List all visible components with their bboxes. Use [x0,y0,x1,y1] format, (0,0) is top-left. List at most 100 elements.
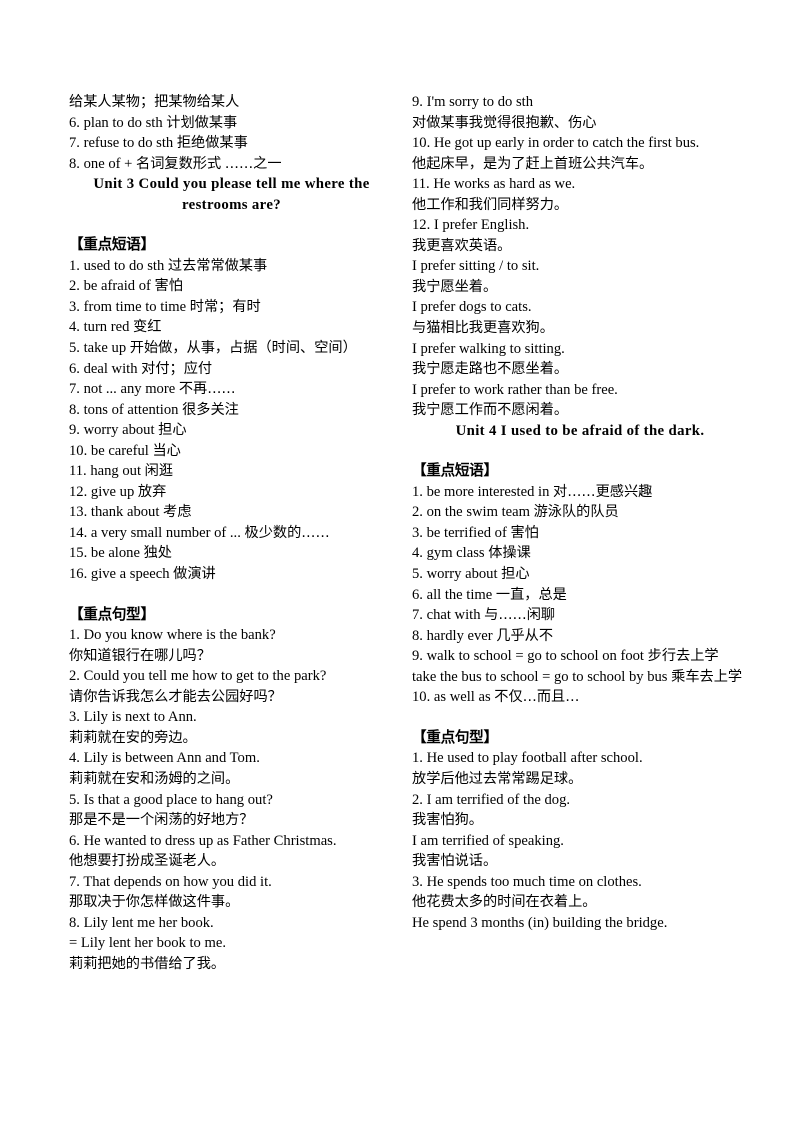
latin-run: 2. be afraid of [69,278,155,295]
bilingual-line: 7. not ... any more 不再…… [69,379,394,400]
chinese-line: 我宁愿坐着。 [412,278,498,295]
bilingual-line: 8. one of + 名词复数形式 ……之一 [69,154,394,175]
latin-run: 15. be alone [69,545,144,562]
english-line: He spend 3 months (in) building the brid… [412,914,668,931]
bilingual-line: 14. a very small number of ... 极少数的…… [69,523,394,544]
bilingual-line: 3. be terrified of 害怕 [412,523,748,544]
chinese-run: 害怕 [510,524,539,541]
document-page: 给某人某物；把某物给某人 6. plan to do sth 计划做某事 7. re… [0,0,794,1123]
section-header: 【重点短语】 [412,462,498,480]
latin-run: take the bus to school = go to school by… [412,668,672,685]
bilingual-line: 3. from time to time 时常；有时 [69,297,394,318]
chinese-line: 我害怕说话。 [412,853,498,870]
chinese-line: 莉莉就在安和汤姆的之间。 [69,770,240,787]
chinese-run: 计划做某事 [166,114,238,131]
english-line: I am terrified of speaking. [412,832,564,849]
chinese-line: 我害怕狗。 [412,812,483,829]
bilingual-line: 2. on the swim team 游泳队的队员 [412,502,748,523]
chinese-line: 那是不是一个闲荡的好地方？ [69,812,254,829]
bilingual-line: 12. give up 放弃 [69,482,394,503]
chinese-run: 步行去上学 [647,648,719,665]
chinese-run: 开始做，从事，占据（时间、空间） [129,340,357,357]
unit-title: Unit 4 I used to be afraid of the dark. [455,422,705,439]
latin-run: 3. be terrified of [412,524,511,541]
section-header: 【重点句型】 [412,728,498,746]
bilingual-line: 8. hardly ever 几乎从不 [412,626,748,647]
latin-run: 7. not ... any more [69,381,179,398]
english-line: 2. Could you tell me how to get to the p… [69,668,327,685]
latin-run: 6. all the time [412,586,496,603]
latin-run: 3. from time to time [69,298,190,315]
latin-run: 6. deal with [69,360,142,377]
latin-run: 14. a very small number of ... [69,524,245,541]
english-line: I prefer walking to sitting. [412,340,565,357]
latin-run: 8. hardly ever [412,627,497,644]
chinese-line: 莉莉就在安的旁边。 [69,729,197,746]
chinese-line: 他花费太多的时间在衣着上。 [412,894,597,911]
chinese-run: 时常；有时 [189,298,261,315]
chinese-run: 与……闲聊 [484,607,556,624]
chinese-run: 不仅…而且… [494,689,580,706]
english-line: 11. He works as hard as we. [412,176,576,193]
chinese-run: 独处 [143,545,172,562]
english-line: = Lily lent her book to me. [69,935,226,952]
chinese-line: 对做某事我觉得很抱歉、伤心 [412,114,597,131]
latin-run: 13. thank about [69,504,164,521]
chinese-run: 名词复数形式 [136,155,222,172]
chinese-run: 很多关注 [182,401,239,418]
english-line: 3. Lily is next to Ann. [69,709,197,726]
bilingual-line: 6. all the time 一直，总是 [412,585,748,606]
right-column: 9. I'm sorry to do sth 对做某事我觉得很抱歉、伤心 10. H… [397,92,794,933]
chinese-line: 与猫相比我更喜欢狗。 [412,320,554,337]
chinese-run: 几乎从不 [496,627,554,644]
chinese-line: 请你告诉我怎么才能去公园好吗？ [69,688,282,705]
latin-run: 8. tons of attention [69,401,183,418]
chinese-run: 极少数的…… [244,524,330,541]
chinese-run: 担心 [501,566,530,583]
unit-title-line-1: Unit 3 Could you please tell me where th… [93,176,370,193]
bilingual-line: 5. worry about 担心 [412,564,748,585]
chinese-run: 体操课 [488,545,531,562]
bilingual-line: 15. be alone 独处 [69,543,394,564]
chinese-line: 我宁愿工作而不愿闲着。 [412,402,569,419]
english-line: 6. He wanted to dress up as Father Chris… [69,832,337,849]
chinese-run: 当心 [152,442,181,459]
latin-run: 12. give up [69,483,138,500]
chinese-run: 闲逛 [144,463,174,480]
section-header: 【重点短语】 [69,236,155,254]
english-line: I prefer dogs to cats. [412,299,532,316]
english-line: 4. Lily is between Ann and Tom. [69,750,260,767]
chinese-run: 做演讲 [173,566,216,583]
latin-run: 7. refuse to do sth [69,135,177,152]
chinese-run: 游泳队的队员 [533,504,619,521]
latin-run: 10. be careful [69,442,153,459]
chinese-run: ……之一 [224,155,282,172]
latin-run: 9. walk to school = go to school on foot [412,648,648,665]
english-line: 9. I'm sorry to do sth [412,94,533,110]
chinese-line: 我宁愿走路也不愿坐着。 [412,361,569,378]
bilingual-line: 7. chat with 与……闲聊 [412,605,748,626]
latin-run: 9. worry about [69,422,159,439]
bilingual-line: 7. refuse to do sth 拒绝做某事 [69,133,394,154]
left-column: 给某人某物；把某物给某人 6. plan to do sth 计划做某事 7. re… [0,92,397,974]
bilingual-line: 16. give a speech 做演讲 [69,564,394,585]
english-line: 7. That depends on how you did it. [69,873,272,890]
unit-title-line-2: restrooms are? [182,196,281,213]
latin-run: 4. turn red [69,319,134,336]
bilingual-line: 11. hang out 闲逛 [69,461,394,482]
chinese-run: 放弃 [137,483,167,500]
bilingual-line: 2. be afraid of 害怕 [69,276,394,297]
chinese-line: 他想要打扮成圣诞老人。 [69,853,226,870]
bilingual-line: 9. worry about 担心 [69,420,394,441]
bilingual-line: 8. tons of attention 很多关注 [69,400,394,421]
latin-run: 4. gym class [412,545,489,562]
english-line: 10. He got up early in order to catch th… [412,135,700,152]
chinese-run: 害怕 [154,278,183,295]
english-line: I prefer to work rather than be free. [412,381,618,398]
chinese-run: 对付；应付 [141,360,213,377]
bilingual-line: take the bus to school = go to school by… [412,667,748,688]
english-line: 5. Is that a good place to hang out? [69,791,273,808]
